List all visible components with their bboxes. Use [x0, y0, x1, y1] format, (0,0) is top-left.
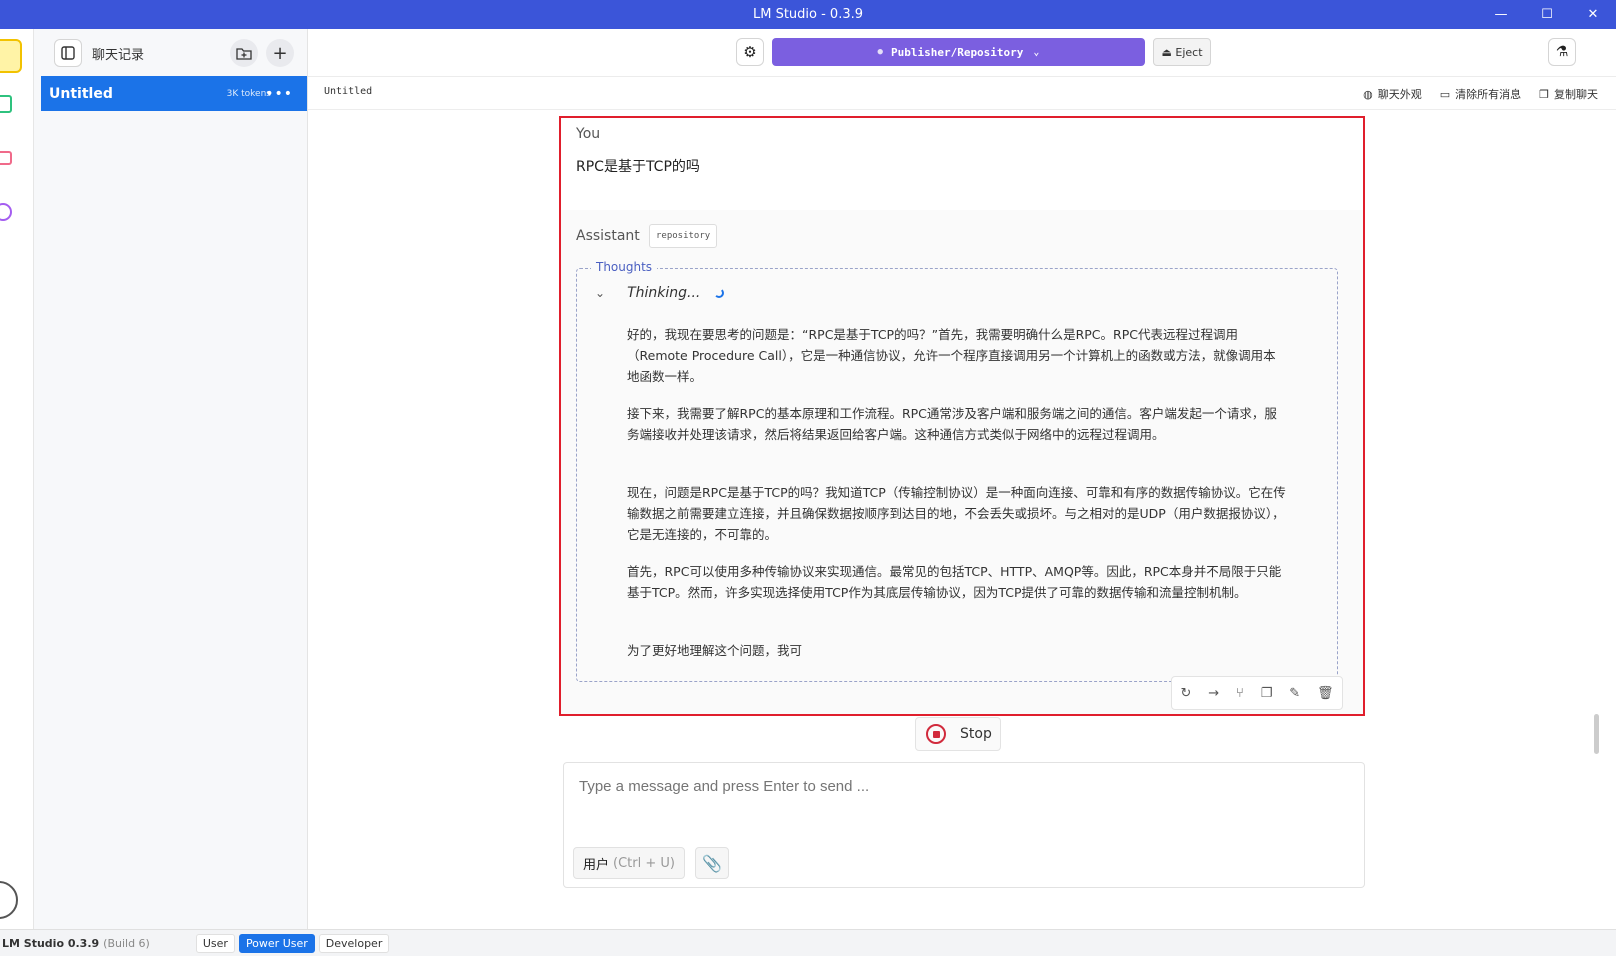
message-actions: ↻ → ⑂ ❐ ✎ 🗑	[1171, 676, 1343, 710]
terminal-icon[interactable]	[0, 95, 12, 113]
title-bar: LM Studio - 0.3.9 — ☐ ✕	[0, 0, 1616, 29]
continue-icon[interactable]: →	[1208, 686, 1219, 701]
model-name: Publisher/Repository	[890, 45, 1024, 59]
status-bar: LM Studio 0.3.9 (Build 6) User Power Use…	[0, 929, 1616, 956]
stop-button[interactable]: Stop	[915, 717, 1001, 751]
sidebar-toggle-icon[interactable]	[54, 39, 82, 67]
role-toggle-button[interactable]: 用户 (Ctrl + U)	[573, 847, 685, 879]
folder-icon[interactable]	[0, 151, 12, 165]
build-number: (Build 6)	[103, 936, 150, 950]
close-icon[interactable]: ✕	[1570, 0, 1616, 29]
mode-developer[interactable]: Developer	[318, 933, 390, 953]
sidebar-header: 聊天记录 +	[34, 29, 307, 77]
chat-icon[interactable]	[0, 39, 22, 73]
assistant-message: Assistant repository Thoughts ⌄ Thinking…	[561, 210, 1363, 714]
branch-icon[interactable]: ⑂	[1236, 686, 1244, 701]
assistant-label: Assistant	[576, 228, 640, 244]
user-message-text: RPC是基于TCP的吗	[576, 159, 700, 175]
copy-icon[interactable]: ❐	[1261, 686, 1273, 701]
window-controls: — ☐ ✕	[1478, 0, 1616, 29]
model-selector[interactable]: ● Publisher/Repository ⌄	[772, 38, 1145, 66]
minimize-icon[interactable]: —	[1478, 0, 1524, 29]
copy-label: 复制聊天	[1554, 88, 1598, 101]
thoughts-panel: Thoughts ⌄ Thinking... 好的，我现在要思考的问题是：“RP…	[576, 260, 1338, 682]
flask-icon[interactable]: ⚗	[1548, 38, 1576, 66]
spinner-icon	[714, 288, 725, 298]
window-title: LM Studio - 0.3.9	[752, 7, 864, 22]
edit-icon[interactable]: ✎	[1289, 686, 1300, 701]
new-folder-icon[interactable]	[230, 39, 258, 67]
appearance-button[interactable]: ◍ 聊天外观	[1363, 86, 1422, 102]
sidebar-item-chat[interactable]: Untitled 3K tokens •••	[41, 76, 307, 111]
mode-switcher: User Power User Developer	[195, 933, 390, 953]
model-icon: ●	[877, 47, 883, 57]
new-chat-button[interactable]: +	[266, 39, 294, 67]
more-icon[interactable]: •••	[265, 86, 293, 102]
clear-messages-button[interactable]: ▭ 清除所有消息	[1440, 86, 1521, 102]
palette-icon: ◍	[1363, 87, 1373, 101]
model-tag: repository	[649, 224, 718, 248]
message-composer: 用户 (Ctrl + U) 📎	[563, 762, 1365, 888]
app-version: LM Studio 0.3.9	[2, 936, 100, 950]
eject-button[interactable]: ⏏ Eject	[1153, 38, 1211, 66]
chevron-down-icon: ⌄	[1033, 46, 1040, 58]
clear-icon: ▭	[1439, 87, 1451, 101]
thought-paragraph: 好的，我现在要思考的问题是：“RPC是基于TCP的吗？”首先，我需要明确什么是R…	[627, 327, 1276, 384]
user-label: You	[576, 126, 601, 142]
stop-label: Stop	[960, 726, 992, 742]
scrollbar[interactable]	[1594, 714, 1599, 754]
thinking-toggle[interactable]: ⌄ Thinking...	[595, 285, 725, 301]
thought-paragraph: 接下来，我需要了解RPC的基本原理和工作流程。RPC通常涉及客户端和服务端之间的…	[627, 406, 1277, 442]
stop-icon	[926, 724, 946, 744]
copy-icon: ❐	[1539, 87, 1549, 101]
appearance-label: 聊天外观	[1377, 88, 1422, 101]
maximize-icon[interactable]: ☐	[1524, 0, 1570, 29]
user-message: You RPC是基于TCP的吗	[561, 118, 1363, 210]
chat-actions: ◍ 聊天外观 ▭ 清除所有消息 ❐ 复制聊天	[1363, 86, 1598, 102]
mode-user[interactable]: User	[195, 933, 235, 953]
paperclip-icon[interactable]: 📎	[695, 847, 729, 879]
left-rail	[0, 29, 34, 929]
search-icon[interactable]	[0, 203, 12, 221]
download-icon[interactable]	[0, 881, 18, 919]
role-label: 用户	[583, 857, 610, 873]
eject-label: Eject	[1175, 45, 1203, 59]
thinking-label: Thinking...	[627, 285, 701, 301]
thought-paragraph: 为了更好地理解这个问题，我可	[627, 643, 803, 658]
gear-icon[interactable]: ⚙	[736, 38, 764, 66]
chat-item-title: Untitled	[49, 85, 113, 102]
eject-icon: ⏏	[1161, 45, 1176, 59]
role-shortcut: (Ctrl + U)	[613, 855, 675, 871]
thought-paragraph: 现在，问题是RPC是基于TCP的吗？我知道TCP（传输控制协议）是一种面向连接、…	[627, 485, 1286, 542]
chat-name[interactable]: Untitled	[324, 86, 372, 97]
mode-power-user[interactable]: Power User	[238, 933, 315, 953]
chevron-down-icon: ⌄	[595, 286, 606, 300]
delete-icon[interactable]: 🗑	[1317, 686, 1334, 701]
top-bar: ⚙ ● Publisher/Repository ⌄ ⏏ Eject ⚗	[308, 29, 1616, 77]
clear-label: 清除所有消息	[1455, 88, 1522, 101]
copy-chat-button[interactable]: ❐ 复制聊天	[1539, 86, 1598, 102]
message-input[interactable]	[577, 777, 1347, 796]
sidebar-title: 聊天记录	[92, 47, 145, 63]
chat-subheader: Untitled ◍ 聊天外观 ▭ 清除所有消息 ❐ 复制聊天	[308, 78, 1616, 110]
message-block: You RPC是基于TCP的吗 Assistant repository Tho…	[559, 116, 1365, 716]
regenerate-icon[interactable]: ↻	[1180, 686, 1191, 701]
thoughts-label: Thoughts	[591, 260, 658, 274]
chat-sidebar: 聊天记录 + Untitled 3K tokens •••	[34, 29, 308, 929]
thought-paragraph: 首先，RPC可以使用多种传输协议来实现通信。最常见的包括TCP、HTTP、AMQ…	[627, 564, 1282, 600]
